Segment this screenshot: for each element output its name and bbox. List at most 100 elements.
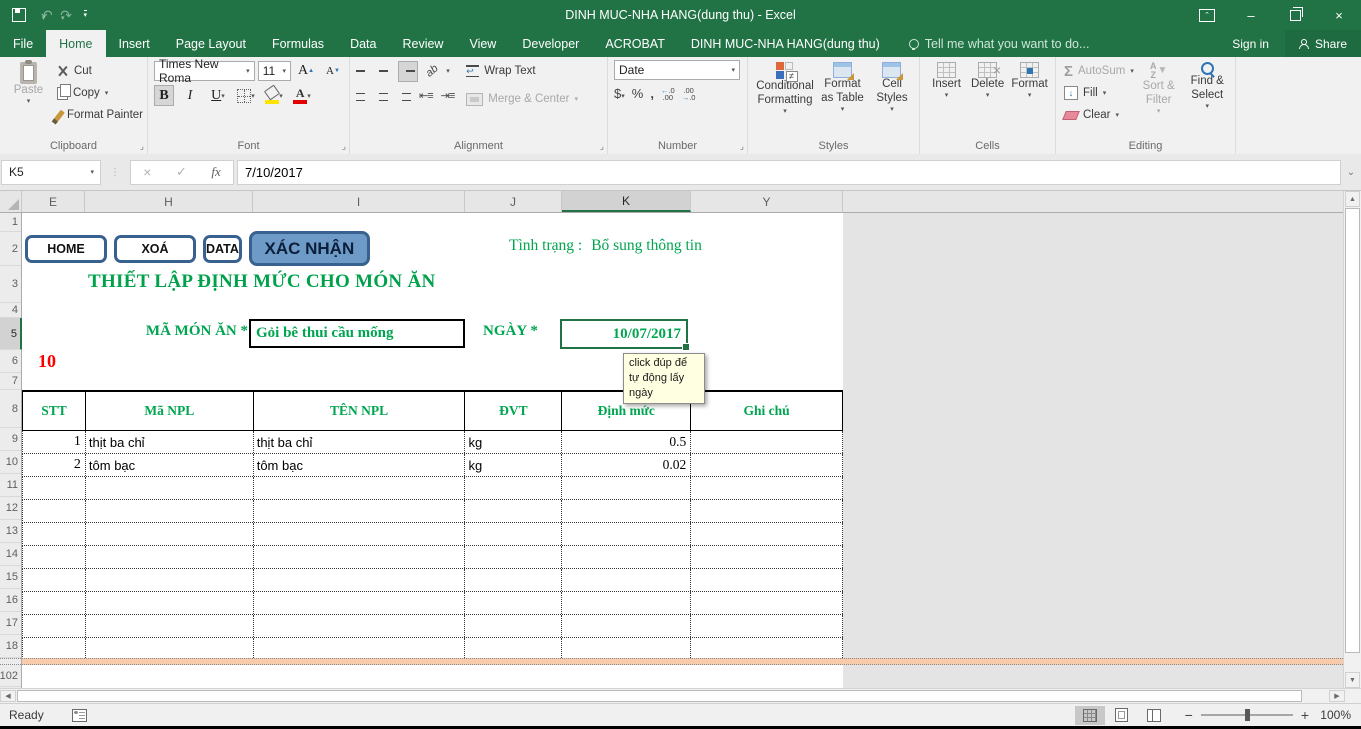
ribbon-tab[interactable]: Data — [337, 30, 389, 57]
cell-stt[interactable] — [23, 615, 86, 637]
name-box[interactable]: K5▾ — [1, 160, 101, 185]
top-align-icon[interactable] — [356, 67, 369, 76]
table-header-cell[interactable]: ĐVT — [465, 392, 562, 430]
fill-color-button[interactable]: ▾ — [262, 85, 286, 106]
ribbon-tab[interactable]: Home — [46, 30, 105, 57]
redo-button[interactable]: ↷▾ — [60, 7, 64, 24]
bold-button[interactable]: B — [154, 85, 174, 106]
cell-ma-npl[interactable]: thịt ba chỉ — [86, 431, 254, 453]
ribbon-tab[interactable]: View — [456, 30, 509, 57]
dish-code-input[interactable]: Gỏi bê thui cầu mống — [249, 319, 465, 348]
table-row[interactable] — [22, 569, 843, 592]
table-row[interactable] — [22, 615, 843, 638]
ribbon-tab[interactable]: ACROBAT — [592, 30, 678, 57]
cell-ghi-chu[interactable] — [691, 638, 843, 660]
sheet-button[interactable]: DATA — [203, 235, 242, 263]
zoom-slider-handle[interactable] — [1245, 709, 1250, 721]
column-header[interactable]: K — [562, 191, 691, 212]
row-header[interactable]: 14 — [0, 543, 21, 566]
row-header[interactable]: 5 — [0, 318, 22, 350]
percent-style-button[interactable]: % — [632, 86, 644, 101]
cell-dinh-muc[interactable] — [562, 638, 691, 660]
cut-button[interactable]: Cut — [55, 60, 143, 82]
sheet-button[interactable]: XÁC NHẬN — [249, 231, 370, 266]
ribbon-tab[interactable]: Insert — [106, 30, 163, 57]
cell-ma-npl[interactable] — [86, 592, 254, 614]
cell-ghi-chu[interactable] — [691, 592, 843, 614]
row-header[interactable]: 3 — [0, 266, 21, 303]
alignment-dialog-launcher-icon[interactable]: ⌟ — [600, 142, 604, 151]
table-header-cell[interactable]: STT — [23, 392, 86, 430]
vertical-scrollbar[interactable]: ▲ ▼ — [1343, 191, 1361, 688]
cell-dinh-muc[interactable] — [562, 477, 691, 499]
scroll-down-icon[interactable]: ▼ — [1345, 672, 1360, 688]
formula-input[interactable]: 7/10/2017 — [237, 160, 1341, 185]
paste-button[interactable]: Paste ▾ — [6, 60, 51, 126]
cell-ma-npl[interactable] — [86, 523, 254, 545]
row-header[interactable]: 16 — [0, 589, 21, 612]
row-header[interactable]: 9 — [0, 428, 21, 451]
column-header[interactable]: J — [465, 191, 562, 212]
row-header[interactable]: 2 — [0, 232, 21, 266]
table-row[interactable] — [22, 500, 843, 523]
page-break-view-button[interactable] — [1139, 706, 1169, 725]
macro-record-icon[interactable] — [72, 709, 87, 722]
restore-button[interactable] — [1273, 0, 1317, 30]
cell-stt[interactable] — [23, 592, 86, 614]
column-header[interactable]: I — [253, 191, 465, 212]
share-button[interactable]: Share — [1285, 30, 1361, 57]
cell-stt[interactable] — [23, 477, 86, 499]
cell-dvt[interactable] — [465, 592, 562, 614]
sheet-button[interactable]: HOME — [25, 235, 107, 263]
table-row[interactable] — [22, 523, 843, 546]
cell-ten-npl[interactable] — [254, 638, 466, 660]
cell-dinh-muc[interactable] — [562, 615, 691, 637]
number-dialog-launcher-icon[interactable]: ⌟ — [740, 142, 744, 151]
cell-dinh-muc[interactable]: 0.02 — [562, 454, 691, 476]
row-header[interactable]: 10 — [0, 451, 21, 474]
sheet-button[interactable]: XOÁ — [114, 235, 196, 263]
normal-view-button[interactable] — [1075, 706, 1105, 725]
cell-dinh-muc[interactable] — [562, 592, 691, 614]
cell-ghi-chu[interactable] — [691, 569, 843, 591]
align-center-icon[interactable] — [377, 89, 390, 101]
cell-ten-npl[interactable] — [254, 592, 466, 614]
comma-style-button[interactable]: , — [650, 86, 654, 101]
ribbon-display-options-button[interactable]: ⌃ — [1185, 0, 1229, 30]
column-header[interactable]: Y — [691, 191, 843, 212]
cell-ten-npl[interactable] — [254, 500, 466, 522]
formula-bar-expand-icon[interactable]: ⌄ — [1341, 167, 1361, 178]
cell-stt[interactable] — [23, 546, 86, 568]
cell-ma-npl[interactable] — [86, 477, 254, 499]
tell-me-box[interactable]: Tell me what you want to do... — [909, 30, 1090, 57]
zoom-level[interactable]: 100% — [1311, 708, 1351, 722]
save-icon[interactable] — [12, 8, 26, 22]
row-header[interactable]: 11 — [0, 474, 21, 497]
cell-dinh-muc[interactable] — [562, 569, 691, 591]
sign-in-link[interactable]: Sign in — [1220, 37, 1281, 51]
delete-cells-button[interactable]: × Delete▾ — [967, 60, 1008, 136]
cell-ghi-chu[interactable] — [691, 431, 843, 453]
cell-ghi-chu[interactable] — [691, 500, 843, 522]
cell-ten-npl[interactable] — [254, 546, 466, 568]
decrease-decimal-icon[interactable]: .00→.0 — [682, 87, 696, 101]
zoom-out-button[interactable]: − — [1185, 707, 1193, 723]
cell-stt[interactable] — [23, 523, 86, 545]
cell-ma-npl[interactable] — [86, 615, 254, 637]
increase-decimal-icon[interactable]: ←.0.00 — [661, 87, 675, 101]
cell-ten-npl[interactable] — [254, 615, 466, 637]
insert-cells-button[interactable]: Insert▾ — [926, 60, 967, 136]
align-right-icon[interactable] — [398, 89, 411, 101]
table-header-cell[interactable]: TÊN NPL — [254, 392, 466, 430]
row-header[interactable]: 15 — [0, 566, 21, 589]
select-all-corner[interactable] — [0, 191, 22, 212]
cell-ghi-chu[interactable] — [691, 523, 843, 545]
cell-ma-npl[interactable]: tôm bạc — [86, 454, 254, 476]
ribbon-tab[interactable]: File — [0, 30, 46, 57]
decrease-indent-icon[interactable]: ⇤≡ — [419, 89, 433, 102]
orientation-icon[interactable]: ab — [424, 62, 441, 79]
table-header-cell[interactable]: Mã NPL — [86, 392, 254, 430]
cell-ten-npl[interactable]: thịt ba chỉ — [254, 431, 466, 453]
row-header[interactable]: 12 — [0, 497, 21, 520]
scroll-up-icon[interactable]: ▲ — [1345, 191, 1360, 207]
